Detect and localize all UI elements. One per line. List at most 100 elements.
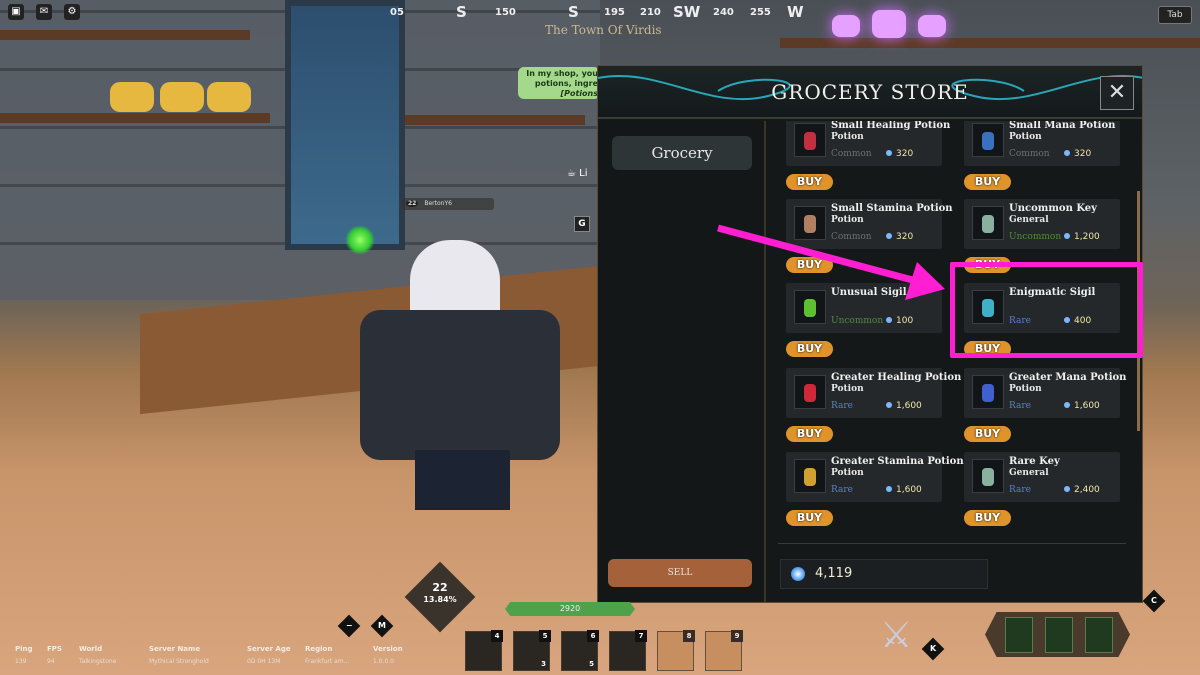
sell-button[interactable]: SELL [608, 559, 752, 587]
stat-label: World [79, 645, 103, 653]
compass-mark: 150 [495, 7, 516, 18]
blue-potion-icon [972, 375, 1004, 409]
stat-label: FPS [47, 645, 62, 653]
skill-slot[interactable] [1085, 617, 1113, 653]
item-name: Uncommon Key [1009, 203, 1097, 214]
shelf [405, 115, 585, 125]
nameplate-name: BertonY6 [424, 200, 452, 207]
buy-button[interactable]: BUY [786, 510, 833, 526]
item-card[interactable]: Uncommon Key General Uncommon 1,200 [964, 199, 1120, 249]
item-card[interactable]: Greater Healing Potion Potion Rare 1,600 [786, 368, 961, 418]
interact-key[interactable]: G [574, 216, 590, 232]
store-title: GROCERY STORE [771, 80, 969, 104]
shelf [0, 113, 270, 123]
hotbar-slot[interactable]: 53 [513, 630, 551, 671]
stat-value: 94 [47, 658, 55, 665]
skill-slot[interactable] [1045, 617, 1073, 653]
item-name: Greater Healing Potion [831, 372, 962, 383]
category-sidebar: Grocery SELL [598, 121, 766, 602]
item-rarity: Common [831, 149, 872, 159]
item-rarity: Uncommon [1009, 232, 1062, 242]
item-card[interactable]: Unusual Sigil Uncommon 100 [786, 283, 942, 333]
item-card[interactable]: Greater Stamina Potion Potion Rare 1,600 [786, 452, 964, 502]
close-icon: ✕ [1107, 80, 1127, 105]
item-name: Greater Mana Potion [1009, 372, 1127, 383]
stat-label: Server Age [247, 645, 291, 653]
currency-icon [886, 150, 892, 156]
item-rarity: Rare [1009, 485, 1031, 495]
item-price: 1,600 [1064, 401, 1100, 411]
currency-display: 4,119 [780, 559, 988, 589]
xp-percent: 13.84% [423, 595, 457, 604]
red-potion-icon [794, 375, 826, 409]
lamp [872, 10, 906, 38]
settings-icon[interactable]: ⚙ [64, 4, 80, 20]
price-value: 100 [896, 316, 914, 326]
item-card[interactable]: Small Mana Potion Potion Common 320 [964, 121, 1120, 166]
slot-key: 7 [635, 630, 647, 642]
currency-icon [1064, 233, 1070, 239]
compass-mark: S [456, 3, 467, 21]
stat-value: Frankfurt am... [305, 658, 350, 665]
tan-vial-icon [794, 206, 826, 240]
stat-label: Region [305, 645, 333, 653]
slot-key: 6 [587, 630, 599, 642]
hotbar-slot[interactable]: 4 [465, 630, 503, 671]
compass-mark: 05 [390, 7, 404, 18]
buy-button[interactable]: BUY [786, 257, 833, 273]
compass-mark: W [787, 3, 804, 21]
buy-button[interactable]: BUY [786, 341, 833, 357]
item-name: Small Mana Potion [1009, 121, 1116, 131]
currency-icon [886, 233, 892, 239]
buy-button[interactable]: BUY [786, 174, 833, 190]
item-price: 2,400 [1064, 485, 1100, 495]
npc-speech-bubble: In my shop, you potions, ingre [Potions [518, 67, 600, 99]
player-nameplate: 22 BertonY6 [402, 198, 494, 210]
speech-line: In my shop, you [526, 69, 598, 78]
tab-key-button[interactable]: Tab [1158, 6, 1192, 24]
category-grocery[interactable]: Grocery [612, 136, 752, 170]
item-price: 1,600 [886, 485, 922, 495]
currency-icon [886, 486, 892, 492]
slot-key: 9 [731, 630, 743, 642]
buy-button[interactable]: BUY [786, 426, 833, 442]
price-value: 1,600 [1074, 401, 1100, 411]
chat-icon[interactable]: ✉ [36, 4, 52, 20]
highlight-box [950, 262, 1143, 358]
item-price: 1,200 [1064, 232, 1100, 242]
stat-label: Ping [15, 645, 33, 653]
item-card[interactable]: Small Stamina Potion Potion Common 320 [786, 199, 953, 249]
price-value: 1,600 [896, 485, 922, 495]
item-card[interactable]: Greater Mana Potion Potion Rare 1,600 [964, 368, 1126, 418]
price-value: 320 [896, 149, 914, 159]
roblox-menu-icon[interactable]: ▣ [8, 4, 24, 20]
close-button[interactable]: ✕ [1100, 76, 1134, 110]
hotbar-slot[interactable]: 65 [561, 630, 599, 671]
jar [207, 82, 251, 112]
crossed-swords-shield-icon[interactable]: ⚔ [880, 615, 912, 656]
hotbar-slot[interactable]: 8 [657, 630, 695, 671]
buy-button[interactable]: BUY [964, 510, 1011, 526]
buy-button[interactable]: BUY [964, 174, 1011, 190]
compass-mark: 210 [640, 7, 661, 18]
item-name: Small Stamina Potion [831, 203, 953, 214]
stat-value: Mythical Stronghold [149, 658, 209, 665]
item-rarity: Common [831, 232, 872, 242]
buy-button[interactable]: BUY [964, 426, 1011, 442]
item-price: 320 [886, 232, 913, 242]
hotbar-slot[interactable]: 7 [609, 630, 647, 671]
currency-icon [1064, 150, 1070, 156]
item-type: General [1009, 215, 1049, 225]
hotbar-slot[interactable]: 9 [705, 630, 743, 671]
player-character [340, 240, 580, 510]
item-card[interactable]: Small Healing Potion Potion Common 320 [786, 121, 950, 166]
item-card[interactable]: Rare Key General Rare 2,400 [964, 452, 1120, 502]
stat-value: Talkingstone [79, 658, 117, 665]
compass-mark: S [568, 3, 579, 21]
item-rarity: Common [1009, 149, 1050, 159]
slot-quantity: 3 [541, 660, 546, 668]
npc-name: Li [579, 168, 588, 179]
skill-slot[interactable] [1005, 617, 1033, 653]
npc-label: ☕ Li [567, 168, 588, 179]
currency-icon [886, 317, 892, 323]
